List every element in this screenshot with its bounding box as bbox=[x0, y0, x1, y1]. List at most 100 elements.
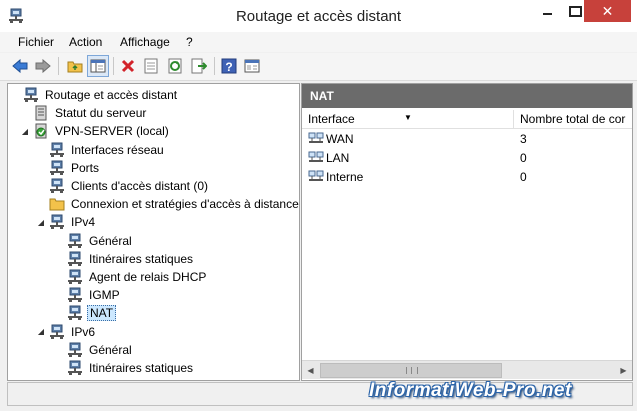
tree-item[interactable]: Général bbox=[54, 232, 134, 250]
tree-item[interactable]: NAT bbox=[54, 304, 117, 322]
scrollbar-grip-icon bbox=[406, 367, 418, 374]
properties-icon bbox=[144, 58, 158, 74]
table-row[interactable]: Interne 0 bbox=[302, 168, 632, 186]
close-icon: ✕ bbox=[601, 3, 614, 19]
refresh-button[interactable] bbox=[166, 57, 184, 75]
expand-arrow-icon[interactable]: ◢ bbox=[36, 218, 46, 227]
static-routes-icon bbox=[68, 360, 82, 375]
network-interfaces-icon bbox=[50, 142, 64, 157]
tree-item[interactable]: Itinéraires statiques bbox=[54, 250, 195, 268]
ipv6-icon bbox=[50, 324, 64, 339]
dhcp-relay-icon bbox=[68, 269, 82, 284]
scroll-right-icon: ▶ bbox=[620, 365, 627, 375]
expand-arrow-icon[interactable]: ◢ bbox=[20, 127, 30, 136]
table-row[interactable]: WAN 3 bbox=[302, 130, 632, 148]
mmc-window: Routage et accès distant ✕ Fichier Actio… bbox=[0, 0, 637, 411]
tree-item[interactable]: ◢ VPN-SERVER (local) bbox=[20, 122, 171, 140]
network-interface-icon bbox=[308, 170, 324, 181]
tree-item[interactable]: Connexion et stratégies d'accès à distan… bbox=[36, 195, 299, 213]
back-button[interactable] bbox=[11, 57, 29, 75]
maximize-icon bbox=[568, 5, 582, 17]
network-interface-icon bbox=[308, 132, 324, 143]
up-folder-button[interactable] bbox=[66, 57, 84, 75]
back-arrow-icon bbox=[12, 59, 28, 73]
tree-item-label: IPv4 bbox=[71, 215, 96, 230]
toolbar: ? bbox=[0, 53, 637, 81]
tree-item[interactable]: ◢ IPv6 bbox=[36, 323, 97, 341]
tree-item[interactable]: IGMP bbox=[54, 286, 122, 304]
tree-item-label: Général bbox=[89, 233, 132, 248]
table-row[interactable]: LAN 0 bbox=[302, 149, 632, 167]
menu-fichier[interactable]: Fichier bbox=[18, 35, 54, 49]
toolbar-separator bbox=[214, 57, 215, 75]
delete-button[interactable] bbox=[119, 57, 137, 75]
properties-button[interactable] bbox=[142, 57, 160, 75]
delete-icon bbox=[121, 59, 135, 73]
export-list-button[interactable] bbox=[190, 57, 208, 75]
ports-icon bbox=[50, 160, 64, 175]
forward-arrow-icon bbox=[35, 59, 51, 73]
refresh-icon bbox=[168, 58, 182, 74]
nat-icon bbox=[68, 305, 82, 321]
tree-item[interactable]: Statut du serveur bbox=[20, 104, 148, 122]
menu-help[interactable]: ? bbox=[186, 35, 193, 49]
column-header-interface[interactable]: Interface ▼ bbox=[302, 110, 514, 129]
tree-item[interactable]: Itinéraires statiques bbox=[54, 359, 195, 377]
column-header-total[interactable]: Nombre total de cor bbox=[514, 110, 632, 129]
tree-item[interactable]: Général bbox=[54, 341, 134, 359]
show-hide-tree-button[interactable] bbox=[87, 55, 109, 77]
tree-item[interactable]: ◢ IPv4 bbox=[36, 213, 97, 231]
general-icon bbox=[68, 342, 82, 357]
details-pane: NAT Interface ▼ Nombre total de cor WAN … bbox=[301, 83, 633, 381]
expand-arrow-icon[interactable]: ◢ bbox=[36, 327, 46, 336]
remote-clients-icon bbox=[50, 178, 64, 193]
column-header-total-label: Nombre total de cor bbox=[520, 112, 626, 126]
tree-item-label: Clients d'accès distant (0) bbox=[71, 179, 209, 193]
menu-bar: Fichier Action Affichage ? bbox=[0, 32, 637, 52]
tree-item-label: Connexion et stratégies d'accès à distan… bbox=[71, 197, 299, 212]
column-header-interface-label: Interface bbox=[308, 112, 355, 126]
tree-item[interactable]: Interfaces réseau bbox=[36, 141, 166, 159]
toolbar-separator bbox=[113, 57, 114, 75]
tree-item[interactable]: Agent de relais DHCP bbox=[54, 268, 208, 286]
menu-action[interactable]: Action bbox=[69, 35, 102, 49]
tree-item-label: Général bbox=[89, 342, 132, 357]
help-icon: ? bbox=[221, 58, 237, 74]
console-icon bbox=[244, 59, 260, 73]
console-tree[interactable]: Routage et accès distant Statut du serveu… bbox=[7, 83, 300, 381]
sort-descending-icon: ▼ bbox=[404, 113, 412, 122]
details-header-title: NAT bbox=[310, 89, 334, 103]
tree-item-label: IPv6 bbox=[71, 324, 96, 339]
network-interface-icon bbox=[308, 151, 324, 162]
close-button[interactable]: ✕ bbox=[584, 0, 631, 22]
tree-item[interactable]: Ports bbox=[36, 159, 101, 177]
menu-affichage[interactable]: Affichage bbox=[120, 35, 170, 49]
forward-button[interactable] bbox=[34, 57, 52, 75]
console-button[interactable] bbox=[243, 57, 261, 75]
scroll-right-button[interactable]: ▶ bbox=[615, 361, 632, 379]
tree-item-label: Ports bbox=[71, 160, 100, 175]
vpn-server-icon bbox=[35, 123, 47, 139]
title-bar[interactable]: Routage et accès distant ✕ bbox=[0, 0, 637, 33]
scroll-left-button[interactable]: ◀ bbox=[302, 361, 319, 379]
toolbar-separator bbox=[58, 57, 59, 75]
interface-name: Interne bbox=[326, 170, 364, 184]
tree-item-label: Routage et accès distant bbox=[45, 88, 178, 102]
scrollbar-thumb[interactable] bbox=[320, 363, 502, 378]
server-tree-icon bbox=[24, 87, 38, 102]
svg-text:?: ? bbox=[225, 60, 232, 74]
general-icon bbox=[68, 233, 82, 248]
export-list-icon bbox=[191, 58, 207, 74]
server-status-icon bbox=[35, 105, 47, 121]
interface-name: LAN bbox=[326, 151, 350, 165]
up-folder-icon bbox=[67, 61, 83, 73]
horizontal-scrollbar[interactable]: ◀ ▶ bbox=[302, 360, 632, 379]
tree-item[interactable]: Clients d'accès distant (0) bbox=[36, 177, 210, 195]
policies-folder-icon bbox=[49, 198, 65, 211]
interface-count: 0 bbox=[520, 170, 527, 184]
help-button[interactable]: ? bbox=[220, 57, 238, 75]
static-routes-icon bbox=[68, 251, 82, 266]
tree-item[interactable]: Routage et accès distant bbox=[10, 86, 179, 104]
watermark: InformatiWeb-Pro.net bbox=[369, 380, 572, 401]
show-hide-tree-icon bbox=[90, 59, 106, 73]
